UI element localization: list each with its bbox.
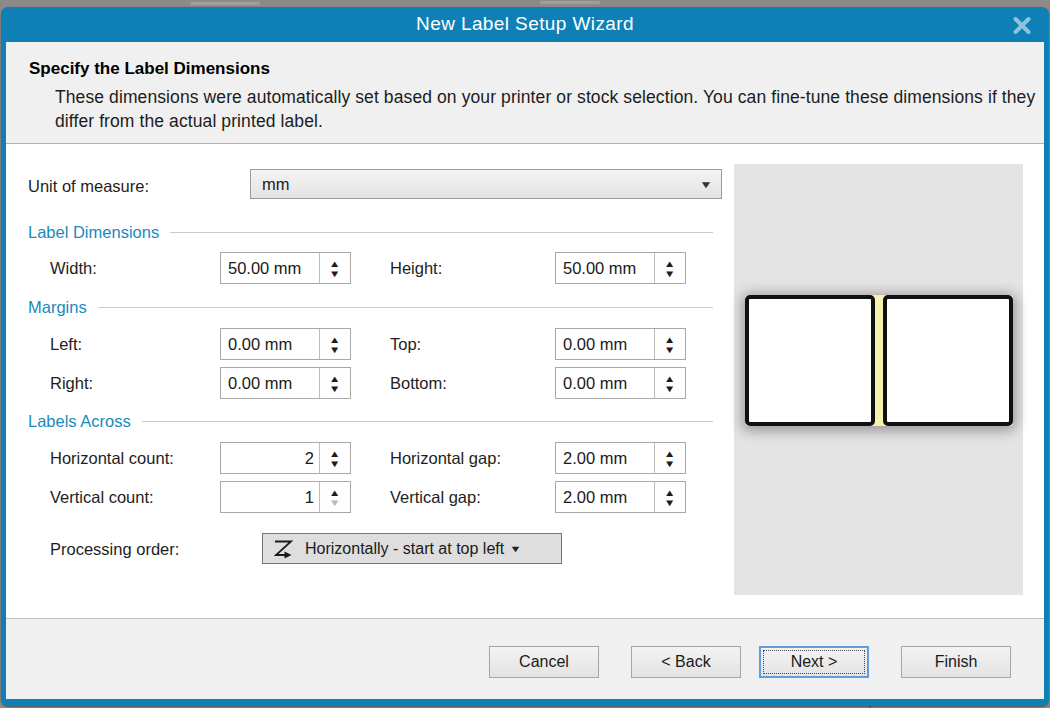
section-labels-across: Labels Across	[28, 410, 713, 432]
spin-up-icon[interactable]: ▲	[329, 375, 341, 382]
spin-down-icon[interactable]: ▼	[329, 346, 341, 353]
spin-down-icon[interactable]: ▼	[329, 385, 341, 392]
left-spinner[interactable]: 0.00 mm ▲ ▼	[220, 328, 351, 360]
vertical-count-spinner[interactable]: 1 ▲ ▼	[220, 481, 351, 513]
spin-up-icon[interactable]: ▲	[664, 336, 676, 343]
section-margins: Margins	[28, 296, 713, 318]
section-rule	[142, 421, 713, 422]
section-rule	[170, 232, 713, 233]
width-spinner[interactable]: 50.00 mm ▲ ▼	[220, 252, 351, 284]
bottom-spinner[interactable]: 0.00 mm ▲ ▼	[555, 367, 686, 399]
processing-order-label: Processing order:	[50, 538, 179, 560]
height-spinner[interactable]: 50.00 mm ▲ ▼	[555, 252, 686, 284]
horizontal-count-input[interactable]: 2	[221, 443, 319, 473]
spin-down-icon: ▼	[329, 499, 341, 506]
section-rule	[98, 307, 713, 308]
width-input[interactable]: 50.00 mm	[221, 253, 319, 283]
label-preview-2	[883, 295, 1013, 426]
top-label: Top:	[390, 333, 421, 355]
spin-down-icon[interactable]: ▼	[329, 460, 341, 467]
horizontal-count-spinner[interactable]: 2 ▲ ▼	[220, 442, 351, 474]
close-button[interactable]	[1009, 12, 1035, 38]
footer: Cancel < Back Next > Finish	[6, 618, 1044, 699]
left-input[interactable]: 0.00 mm	[221, 329, 319, 359]
section-label-dimensions: Label Dimensions	[28, 221, 713, 243]
unit-value: mm	[262, 175, 701, 194]
processing-order-dropdown[interactable]: Horizontally - start at top left ▼	[262, 533, 562, 564]
processing-order-value: Horizontally - start at top left	[305, 540, 504, 558]
label-backing	[745, 295, 1013, 426]
background-app-detail	[540, 1, 600, 4]
back-button[interactable]: < Back	[631, 646, 741, 678]
step-title: Specify the Label Dimensions	[29, 59, 270, 79]
top-input[interactable]: 0.00 mm	[556, 329, 654, 359]
unit-of-measure-dropdown[interactable]: mm ▼	[250, 169, 722, 199]
spin-down-icon[interactable]: ▼	[664, 460, 676, 467]
vertical-count-label: Vertical count:	[50, 486, 154, 508]
spin-down-icon[interactable]: ▼	[664, 385, 676, 392]
top-spinner[interactable]: 0.00 mm ▲ ▼	[555, 328, 686, 360]
bottom-input[interactable]: 0.00 mm	[556, 368, 654, 398]
right-spinner[interactable]: 0.00 mm ▲ ▼	[220, 367, 351, 399]
spin-up-icon[interactable]: ▲	[664, 489, 676, 496]
right-input[interactable]: 0.00 mm	[221, 368, 319, 398]
horizontal-gap-spinner[interactable]: 2.00 mm ▲ ▼	[555, 442, 686, 474]
horizontal-gap-input[interactable]: 2.00 mm	[556, 443, 654, 473]
spin-down-icon[interactable]: ▼	[664, 346, 676, 353]
left-label: Left:	[50, 333, 82, 355]
spin-up-icon[interactable]: ▲	[329, 450, 341, 457]
next-button-focus: Next >	[763, 650, 865, 674]
height-label: Height:	[390, 257, 442, 279]
right-label: Right:	[50, 372, 93, 394]
bottom-label: Bottom:	[390, 372, 447, 394]
processing-order-icon	[271, 536, 296, 561]
spin-down-icon[interactable]: ▼	[664, 270, 676, 277]
unit-of-measure-label: Unit of measure:	[28, 175, 149, 197]
close-icon	[1009, 12, 1035, 38]
titlebar[interactable]: New Label Setup Wizard	[1, 7, 1049, 42]
background-app-detail	[190, 2, 260, 5]
vertical-gap-spinner[interactable]: 2.00 mm ▲ ▼	[555, 481, 686, 513]
vertical-count-input[interactable]: 1	[221, 482, 319, 512]
dropdown-arrow-icon: ▼	[699, 179, 713, 190]
vertical-gap-input[interactable]: 2.00 mm	[556, 482, 654, 512]
new-label-setup-wizard-dialog: New Label Setup Wizard Specify the Label…	[1, 7, 1049, 706]
spin-up-icon[interactable]: ▲	[329, 260, 341, 267]
spin-up-icon[interactable]: ▲	[329, 336, 341, 343]
dialog-title: New Label Setup Wizard	[1, 13, 1049, 35]
spin-up-icon[interactable]: ▲	[664, 450, 676, 457]
spin-down-icon[interactable]: ▼	[664, 499, 676, 506]
wizard-header: Specify the Label Dimensions These dimen…	[6, 42, 1044, 143]
spin-up-icon[interactable]: ▲	[329, 489, 341, 496]
content-area: Unit of measure: mm ▼ Label Dimensions W…	[6, 143, 1044, 619]
next-button[interactable]: Next >	[759, 646, 869, 678]
finish-button[interactable]: Finish	[901, 646, 1011, 678]
spin-up-icon[interactable]: ▲	[664, 375, 676, 382]
horizontal-gap-label: Horizontal gap:	[390, 447, 501, 469]
label-preview-1	[745, 295, 875, 426]
spin-up-icon[interactable]: ▲	[664, 260, 676, 267]
label-preview-panel	[734, 164, 1023, 595]
width-label: Width:	[50, 257, 97, 279]
dropdown-arrow-icon: ▼	[509, 544, 521, 554]
spin-down-icon[interactable]: ▼	[329, 270, 341, 277]
cancel-button[interactable]: Cancel	[489, 646, 599, 678]
height-input[interactable]: 50.00 mm	[556, 253, 654, 283]
step-description: These dimensions were automatically set …	[55, 85, 1035, 133]
vertical-gap-label: Vertical gap:	[390, 486, 481, 508]
horizontal-count-label: Horizontal count:	[50, 447, 174, 469]
